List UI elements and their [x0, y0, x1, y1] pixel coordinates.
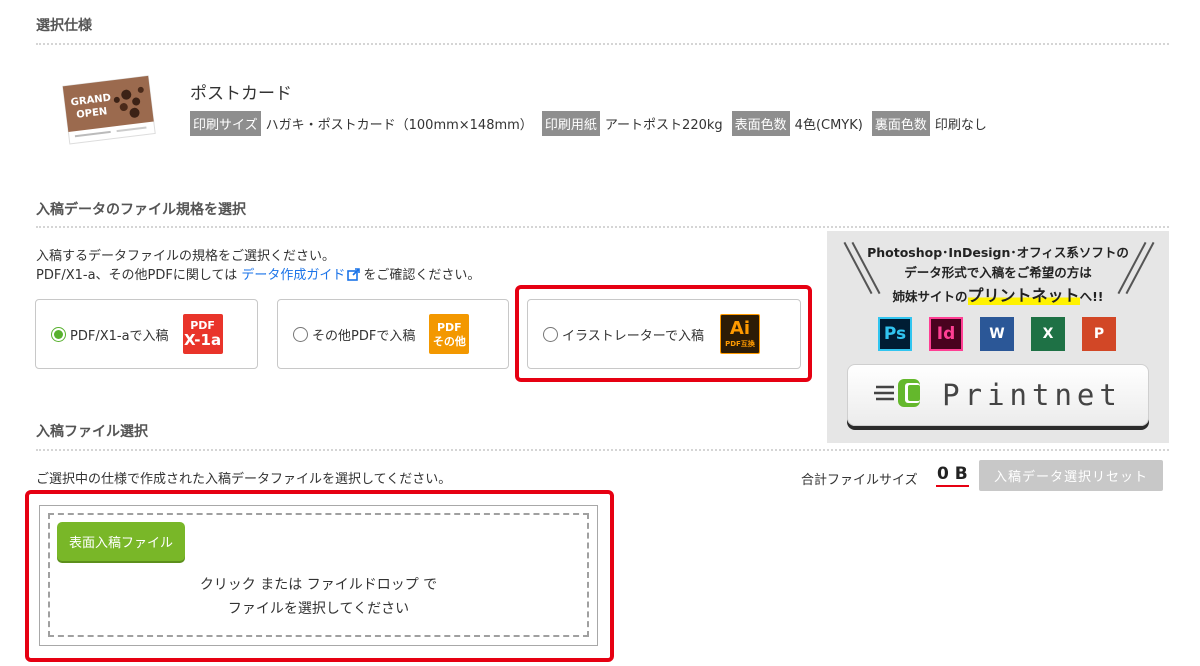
printnet-logo-icon [874, 376, 936, 414]
badge-bottom-text: その他 [432, 334, 466, 348]
printnet-banner[interactable]: Photoshop･InDesign･オフィス系ソフトの データ形式で入稿をご希… [827, 231, 1169, 443]
banner-line3-suffix: へ!! [1079, 289, 1104, 304]
format-option-pdfx1a[interactable]: PDF/X1-aで入稿 PDF X-1a [35, 299, 258, 369]
banner-line2: データ形式で入稿をご希望の方は [904, 265, 1092, 280]
banner-line3: 姉妹サイトのプリントネットへ!! [827, 282, 1169, 306]
format-section-title: 入稿データのファイル規格を選択 [36, 202, 246, 218]
powerpoint-icon: P [1082, 317, 1116, 351]
radio-other-pdf[interactable] [293, 326, 308, 342]
spec-label-front-colors: 表面色数 [731, 111, 790, 136]
excel-icon: X [1031, 317, 1065, 351]
banner-line1: Photoshop･InDesign･オフィス系ソフトの [867, 245, 1129, 260]
format-option-other-pdf[interactable]: その他PDFで入稿 PDF その他 [277, 299, 509, 369]
word-icon: W [980, 317, 1014, 351]
spec-value-size: ハガキ・ポストカード（100mm×148mm） [265, 118, 533, 133]
badge-top-text: PDF [436, 320, 462, 334]
format-option-label: その他PDFで入稿 [312, 328, 416, 344]
printnet-logo-text: Printnet [942, 378, 1122, 412]
section-divider [36, 43, 1169, 45]
spec-section-title: 選択仕様 [36, 18, 92, 34]
pdf-other-icon: PDF その他 [429, 314, 470, 354]
spec-label-back-colors: 裏面色数 [871, 111, 930, 136]
spec-value-paper: アートポスト220kg [604, 118, 723, 133]
product-name: ポストカード [190, 84, 292, 104]
section-divider [36, 226, 1169, 228]
format-description-suffix: をご確認ください。 [363, 268, 481, 283]
format-option-label: PDF/X1-aで入稿 [70, 328, 169, 344]
photoshop-icon: Ps [878, 317, 912, 351]
file-section-title: 入稿ファイル選択 [36, 424, 148, 440]
format-option-illustrator[interactable]: イラストレーターで入稿 Ai PDF互換 [527, 299, 801, 369]
front-upload-button[interactable]: 表面入稿ファイル [57, 522, 185, 561]
radio-illustrator[interactable] [543, 326, 558, 342]
format-description-line1: 入稿するデータファイルの規格をご選択ください。 [36, 249, 336, 264]
badge-bottom-text: X-1a [183, 331, 222, 349]
badge-top-text: Ai [729, 318, 751, 339]
pdf-x1a-icon: PDF X-1a [182, 314, 223, 354]
spec-label-paper: 印刷用紙 [541, 111, 600, 136]
drop-instruction-line2: ファイルを選択してください [227, 601, 410, 617]
section-divider [36, 449, 1169, 451]
spec-value-front-colors: 4色(CMYK) [794, 118, 863, 133]
banner-line3-prefix: 姉妹サイトの [892, 289, 968, 304]
drop-instruction-line1: クリック または ファイルドロップ で [199, 577, 438, 593]
banner-line3-emphasis: プリントネット [967, 286, 1080, 305]
spec-list: 印刷サイズ ハガキ・ポストカード（100mm×148mm） 印刷用紙 アートポス… [190, 111, 996, 136]
total-file-size-value: 0 B [936, 464, 969, 487]
data-guide-link[interactable]: データ作成ガイド [241, 268, 345, 283]
radio-pdfx1a[interactable] [51, 326, 66, 342]
format-option-label: イラストレーターで入稿 [562, 328, 704, 344]
badge-top-text: PDF [190, 319, 215, 332]
total-file-size-label: 合計ファイルサイズ [801, 473, 918, 488]
illustrator-icon: Ai PDF互換 [719, 314, 760, 354]
format-description-prefix: PDF/X1-a、その他PDFに関しては [36, 268, 238, 283]
format-description-line2: PDF/X1-a、その他PDFに関しては データ作成ガイド をご確認ください。 [36, 264, 480, 285]
external-link-icon[interactable] [347, 268, 361, 285]
postcard-thumbnail: GRAND OPEN [58, 75, 158, 145]
badge-bottom-text: PDF互換 [725, 340, 755, 348]
spec-label-size: 印刷サイズ [190, 111, 261, 136]
indesign-icon: Id [929, 317, 963, 351]
printnet-link-button[interactable]: Printnet [847, 364, 1149, 426]
reset-upload-button[interactable]: 入稿データ選択リセット [979, 460, 1163, 491]
spec-value-back-colors: 印刷なし [934, 118, 987, 133]
file-instruction: ご選択中の仕様で作成された入稿データファイルを選択してください。 [36, 472, 452, 487]
